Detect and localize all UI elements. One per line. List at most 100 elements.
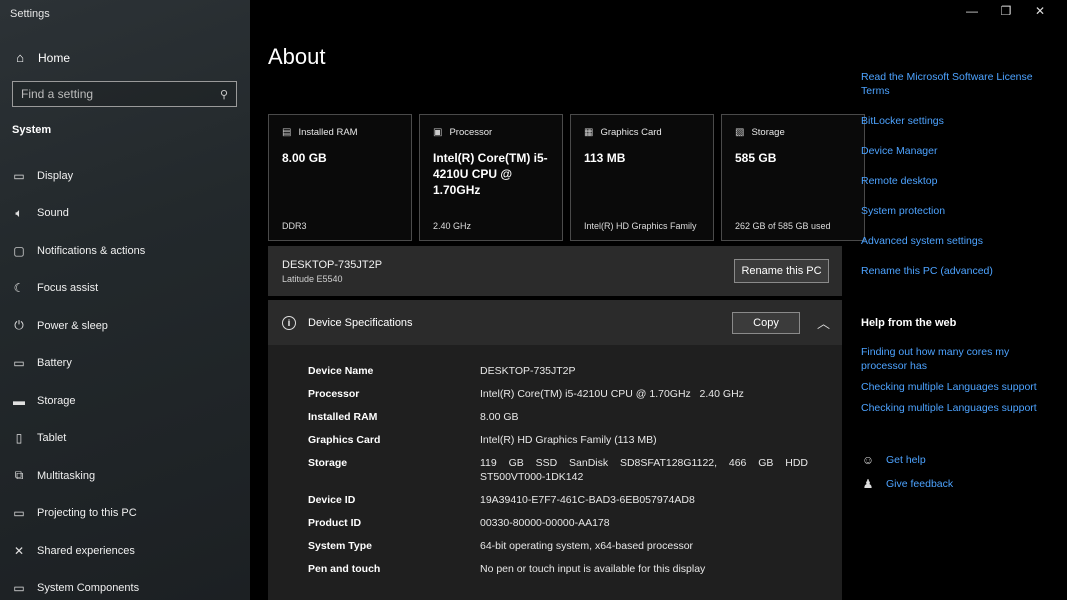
minimize-icon[interactable]: — xyxy=(955,4,989,18)
battery-icon: ▭ xyxy=(13,356,25,371)
support-links: ☺ Get help ♟ Give feedback xyxy=(861,453,953,501)
sidebar-item-sound[interactable]: 🔈︎ Sound xyxy=(0,195,250,233)
sidebar-item-storage[interactable]: ▬ Storage xyxy=(0,382,250,420)
processor-icon: ▣ xyxy=(433,127,443,138)
sound-icon: 🔈︎ xyxy=(15,205,23,220)
sidebar-item-label: Battery xyxy=(37,357,72,370)
storage-icon: ▧ xyxy=(735,127,745,138)
spec-key: Processor xyxy=(308,388,360,400)
device-specifications: i Device Specifications Copy ︿ Device Na… xyxy=(268,300,842,600)
card-label: Installed RAM xyxy=(298,127,358,138)
sidebar-item-label: Notifications & actions xyxy=(37,244,146,257)
sidebar-item-label: Projecting to this PC xyxy=(37,507,137,520)
rename-advanced-link[interactable]: Rename this PC (advanced) xyxy=(861,264,1051,278)
system-protection-link[interactable]: System protection xyxy=(861,204,1051,218)
card-processor: ▣ Processor Intel(R) Core(TM) i5-4210U C… xyxy=(419,114,563,241)
chevron-up-icon[interactable]: ︿ xyxy=(817,313,830,332)
spec-value: 19A39410-E7F7-461C-BAD3-6EB057974AD8 xyxy=(480,494,695,506)
bitlocker-link[interactable]: BitLocker settings xyxy=(861,114,1051,128)
help-link[interactable]: Finding out how many cores my processor … xyxy=(861,345,1051,373)
close-icon[interactable]: ✕ xyxy=(1023,4,1057,18)
card-sub: Intel(R) HD Graphics Family xyxy=(584,221,697,231)
related-links: Read the Microsoft Software License Term… xyxy=(861,70,1051,278)
spec-key: Device ID xyxy=(308,494,356,506)
card-storage: ▧ Storage 585 GB 262 GB of 585 GB used xyxy=(721,114,865,241)
spec-value: Intel(R) Core(TM) i5-4210U CPU @ 1.70GHz… xyxy=(480,388,744,400)
spec-key: Installed RAM xyxy=(308,411,378,423)
sidebar-item-label: Shared experiences xyxy=(37,544,135,557)
home-icon: ⌂ xyxy=(16,50,24,65)
ram-icon: ▤ xyxy=(282,127,292,138)
section-label: System xyxy=(12,124,52,136)
spec-value: 00330-80000-00000-AA178 xyxy=(480,517,610,529)
sidebar-item-multitasking[interactable]: ⧉ Multitasking xyxy=(0,457,250,495)
spec-value: No pen or touch input is available for t… xyxy=(480,563,706,575)
rename-pc-button[interactable]: Rename this PC xyxy=(734,259,829,283)
sidebar-item-label: Focus assist xyxy=(37,282,99,295)
card-label: Processor xyxy=(449,127,493,138)
card-label: Graphics Card xyxy=(600,127,662,138)
sidebar-item-tablet[interactable]: ▯ Tablet xyxy=(0,420,250,458)
app-title: Settings xyxy=(10,8,50,20)
get-help[interactable]: ☺ Get help xyxy=(861,453,953,467)
spec-header[interactable]: i Device Specifications Copy ︿ xyxy=(268,300,842,345)
license-terms-link[interactable]: Read the Microsoft Software License Term… xyxy=(861,70,1051,98)
sidebar-nav: ▭ Display 🔈︎ Sound ▢ Notifications & act… xyxy=(0,157,250,600)
search-icon[interactable]: ⚲ xyxy=(220,88,228,101)
spec-row: Device Name DESKTOP-735JT2P xyxy=(308,364,808,378)
search-input[interactable] xyxy=(21,87,220,101)
home-link[interactable]: ⌂ Home xyxy=(12,50,70,65)
spec-value: 8.00 GB xyxy=(480,411,519,423)
card-sub: 2.40 GHz xyxy=(433,221,472,231)
card-value: 8.00 GB xyxy=(282,151,327,165)
card-label: Storage xyxy=(751,127,785,138)
search-box[interactable]: ⚲ xyxy=(12,81,237,107)
get-help-icon: ☺ xyxy=(861,453,875,467)
sidebar-item-label: Power & sleep xyxy=(37,319,108,332)
help-link[interactable]: Checking multiple Languages support xyxy=(861,380,1051,394)
give-feedback[interactable]: ♟ Give feedback xyxy=(861,477,954,491)
spec-row: Installed RAM 8.00 GB xyxy=(308,410,808,424)
copy-button[interactable]: Copy xyxy=(732,312,800,334)
sidebar-item-power[interactable]: ⏻ Power & sleep xyxy=(0,307,250,345)
advanced-settings-link[interactable]: Advanced system settings xyxy=(861,234,1051,248)
remote-desktop-link[interactable]: Remote desktop xyxy=(861,174,1051,188)
feedback-icon: ♟ xyxy=(862,477,874,491)
graphics-icon: ▦ xyxy=(584,127,594,138)
focus-assist-icon: ☾ xyxy=(13,281,25,296)
spec-value: 64-bit operating system, x64-based proce… xyxy=(480,540,694,552)
spec-row: Product ID 00330-80000-00000-AA178 xyxy=(308,516,808,530)
sidebar-item-notifications[interactable]: ▢ Notifications & actions xyxy=(0,232,250,270)
page-title: About xyxy=(268,44,326,69)
main-content: — ❐ ✕ About ▤ Installed RAM 8.00 GB DDR3… xyxy=(250,0,1067,600)
sidebar-item-components[interactable]: ▭ System Components xyxy=(0,570,250,600)
sidebar-item-display[interactable]: ▭ Display xyxy=(0,157,250,195)
sidebar-item-focus-assist[interactable]: ☾ Focus assist xyxy=(0,270,250,308)
sidebar-item-projecting[interactable]: ▭ Projecting to this PC xyxy=(0,495,250,533)
sidebar-item-shared[interactable]: ✕ Shared experiences xyxy=(0,532,250,570)
help-links: Finding out how many cores my processor … xyxy=(861,345,1051,422)
sidebar-item-battery[interactable]: ▭ Battery xyxy=(0,345,250,383)
spec-key: Graphics Card xyxy=(308,434,381,446)
projecting-icon: ▭ xyxy=(13,506,25,521)
spec-value: Intel(R) HD Graphics Family (113 MB) xyxy=(480,434,657,446)
home-label: Home xyxy=(38,50,71,65)
get-help-link[interactable]: Get help xyxy=(886,453,926,467)
give-feedback-link[interactable]: Give feedback xyxy=(886,477,953,491)
spec-row: System Type 64-bit operating system, x64… xyxy=(308,539,808,553)
card-value: 585 GB xyxy=(735,151,777,165)
shared-icon: ✕ xyxy=(13,543,25,558)
tablet-icon: ▯ xyxy=(15,431,23,446)
spec-row: Pen and touch No pen or touch input is a… xyxy=(308,562,808,576)
spec-key: System Type xyxy=(308,540,372,552)
spec-row: Graphics Card Intel(R) HD Graphics Famil… xyxy=(308,433,808,447)
sidebar-item-label: Multitasking xyxy=(37,469,96,482)
notifications-icon: ▢ xyxy=(13,243,25,258)
maximize-icon[interactable]: ❐ xyxy=(989,4,1023,18)
spec-key: Device Name xyxy=(308,365,374,377)
summary-cards: ▤ Installed RAM 8.00 GB DDR3 ▣ Processor… xyxy=(268,114,865,241)
device-manager-link[interactable]: Device Manager xyxy=(861,144,1051,158)
power-icon: ⏻ xyxy=(14,318,24,333)
help-link[interactable]: Checking multiple Languages support xyxy=(861,401,1051,415)
sidebar-item-label: Tablet xyxy=(37,432,67,445)
